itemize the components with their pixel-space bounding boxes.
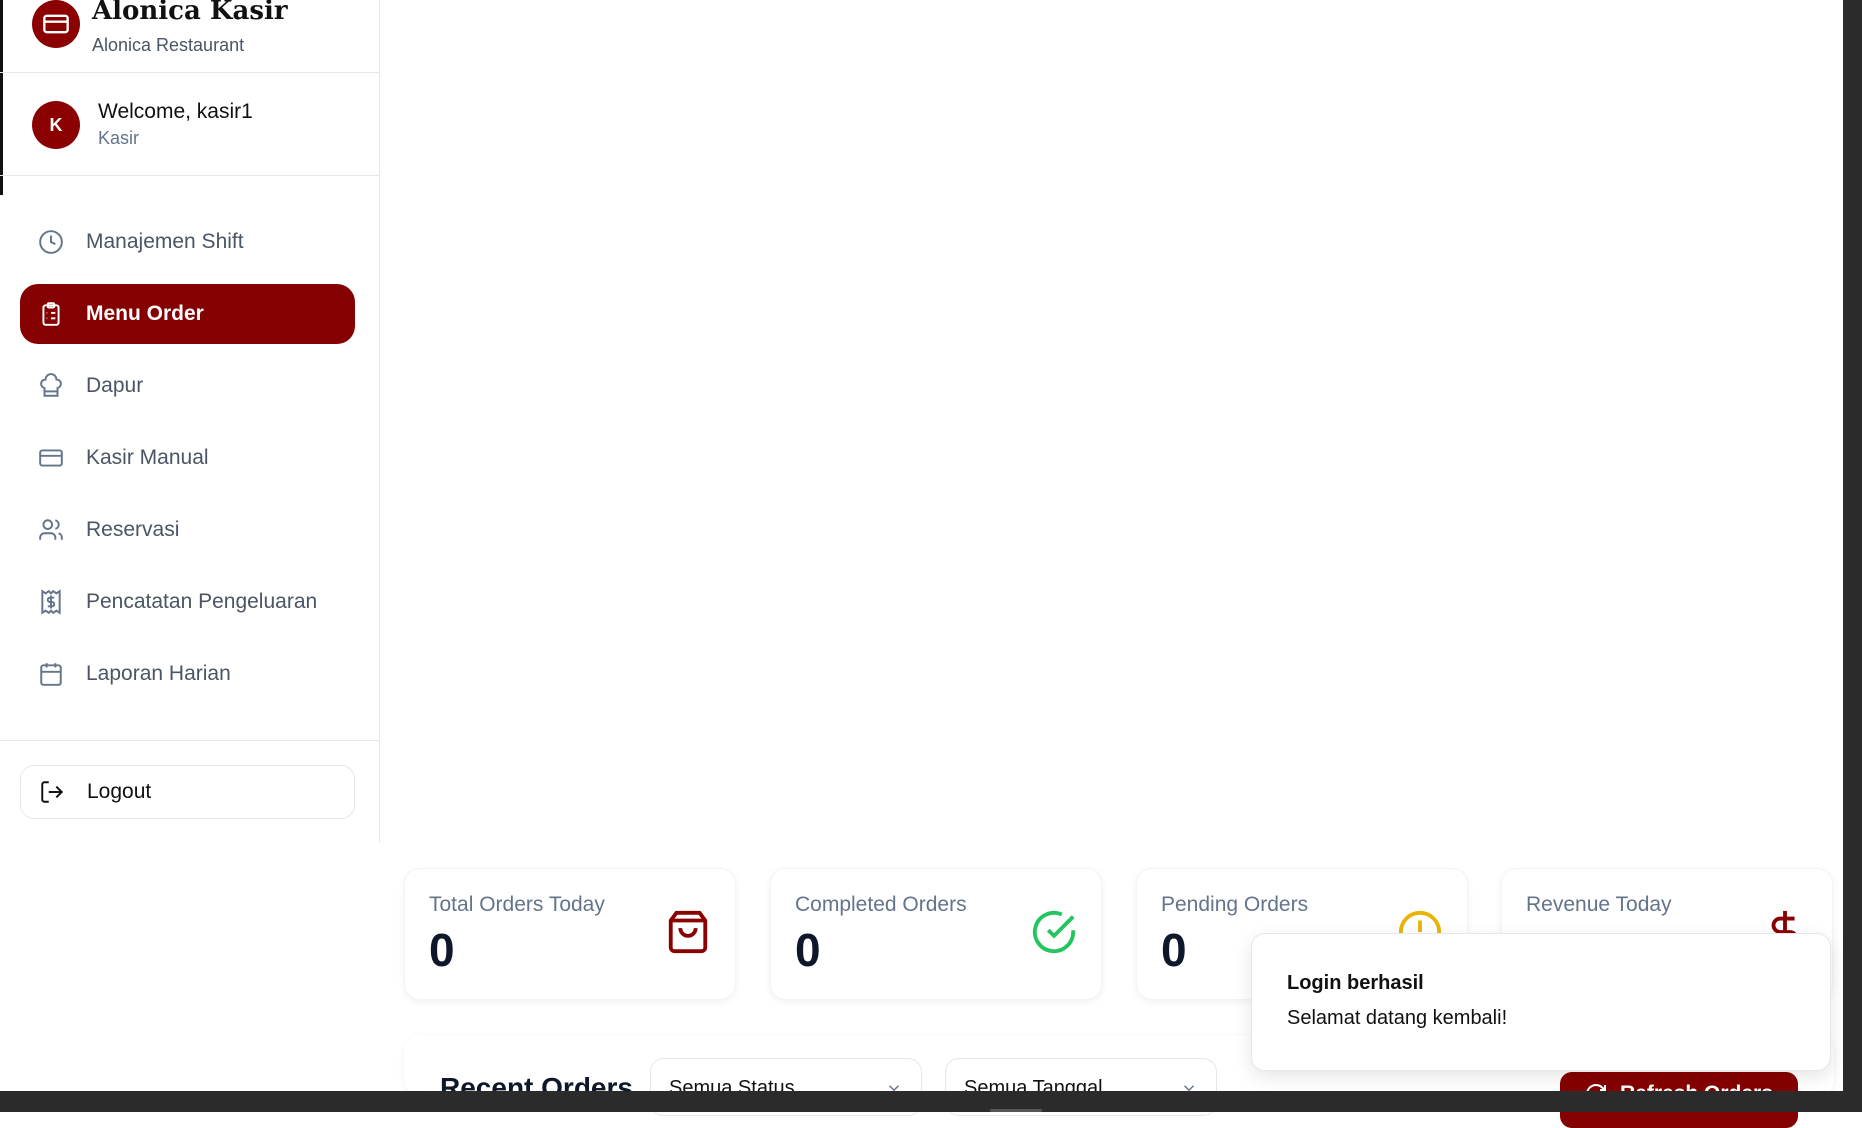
stat-value: 0 bbox=[1161, 924, 1187, 976]
bottom-edge bbox=[0, 1091, 1862, 1112]
sidebar-item-manajemen-shift[interactable]: Manajemen Shift bbox=[20, 212, 355, 272]
sidebar-item-label: Manajemen Shift bbox=[86, 230, 244, 253]
sidebar-item-laporan-harian[interactable]: Laporan Harian bbox=[20, 644, 355, 704]
logout-button[interactable]: Logout bbox=[20, 765, 355, 819]
calendar-icon bbox=[40, 663, 62, 686]
shopping-bag-icon bbox=[668, 910, 708, 954]
sidebar-nav: Manajemen Shift Menu Order Dapur Kasir M… bbox=[20, 212, 355, 716]
chef-hat-icon bbox=[40, 373, 62, 397]
sidebar: Alonica Kasir Alonica Restaurant K Welco… bbox=[0, 0, 380, 843]
brand-title: Alonica Kasir bbox=[92, 0, 288, 26]
stat-label: Completed Orders bbox=[795, 893, 967, 916]
receipt-dollar-icon bbox=[41, 589, 61, 615]
sidebar-item-label: Kasir Manual bbox=[86, 446, 209, 469]
sidebar-item-pencatatan-pengeluaran[interactable]: Pencatatan Pengeluaran bbox=[20, 572, 355, 632]
user-role: Kasir bbox=[98, 128, 140, 148]
sidebar-item-kasir-manual[interactable]: Kasir Manual bbox=[20, 428, 355, 488]
stat-label: Pending Orders bbox=[1161, 893, 1309, 916]
logout-label: Logout bbox=[87, 780, 152, 803]
toast-title: Login berhasil bbox=[1287, 972, 1424, 994]
clock-icon bbox=[39, 230, 63, 254]
credit-card-icon bbox=[43, 14, 69, 34]
stat-label: Total Orders Today bbox=[429, 893, 605, 916]
stat-value: 0 bbox=[429, 924, 455, 976]
credit-card-icon bbox=[39, 449, 63, 467]
stat-card-completed-orders: Completed Orders 0 bbox=[770, 868, 1102, 1000]
window-edge bbox=[1843, 0, 1862, 1112]
welcome-text: Welcome, kasir1 bbox=[98, 100, 253, 123]
users-icon bbox=[39, 519, 63, 540]
clipboard-list-icon bbox=[42, 302, 60, 326]
sidebar-item-dapur[interactable]: Dapur bbox=[20, 356, 355, 416]
login-toast[interactable]: Login berhasil Selamat datang kembali! bbox=[1251, 933, 1831, 1071]
sidebar-item-label: Dapur bbox=[86, 374, 144, 397]
sidebar-item-menu-order[interactable]: Menu Order bbox=[20, 284, 355, 344]
check-circle-icon bbox=[1032, 910, 1076, 954]
sidebar-item-label: Reservasi bbox=[86, 518, 180, 541]
brand-subtitle: Alonica Restaurant bbox=[92, 35, 245, 55]
divider bbox=[0, 740, 379, 741]
avatar: K bbox=[32, 101, 80, 149]
sidebar-item-label: Menu Order bbox=[86, 302, 204, 325]
toast-description: Selamat datang kembali! bbox=[1287, 1007, 1508, 1029]
user-panel: K Welcome, kasir1 Kasir bbox=[0, 73, 379, 176]
brand-logo bbox=[32, 0, 80, 48]
brand-header: Alonica Kasir Alonica Restaurant bbox=[0, 0, 379, 73]
sidebar-item-label: Pencatatan Pengeluaran bbox=[86, 590, 318, 613]
logout-icon bbox=[41, 781, 64, 803]
stat-value: 0 bbox=[795, 924, 821, 976]
stat-label: Revenue Today bbox=[1526, 893, 1672, 916]
sidebar-item-reservasi[interactable]: Reservasi bbox=[20, 500, 355, 560]
sidebar-item-label: Laporan Harian bbox=[86, 662, 231, 685]
stat-card-total-orders: Total Orders Today 0 bbox=[404, 868, 736, 1000]
